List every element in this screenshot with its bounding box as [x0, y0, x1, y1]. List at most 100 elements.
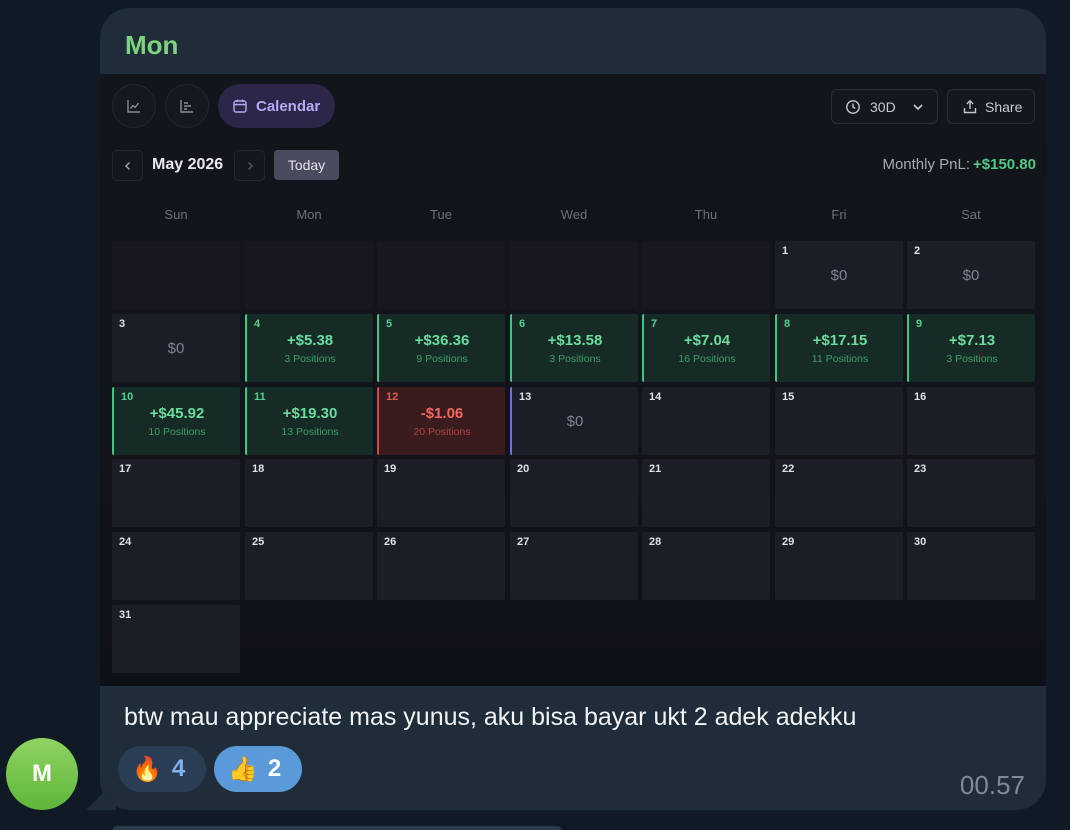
day-number: 16 — [914, 391, 927, 403]
calendar-day-14[interactable]: 14 — [642, 387, 770, 455]
day-positions: 11 Positions — [811, 353, 869, 365]
day-number: 23 — [914, 463, 927, 475]
calendar-day-1[interactable]: 1 $0 — [775, 241, 903, 309]
calendar-day-12[interactable]: 12 -$1.06 20 Positions — [377, 387, 505, 455]
calendar-day-30[interactable]: 30 — [907, 532, 1035, 600]
weekday-header: Sun — [164, 207, 188, 222]
calendar-day-15[interactable]: 15 — [775, 387, 903, 455]
calendar-day-9[interactable]: 9 +$7.13 3 Positions — [907, 314, 1035, 382]
day-number: 14 — [649, 391, 662, 403]
calendar-day-19[interactable]: 19 — [377, 459, 505, 527]
calendar-blank-cell — [377, 241, 505, 309]
weekday-header: Tue — [430, 207, 452, 222]
calendar-day-22[interactable]: 22 — [775, 459, 903, 527]
day-positions: 20 Positions — [413, 426, 471, 438]
calendar-blank-cell — [112, 241, 240, 309]
day-number: 1 — [782, 245, 789, 257]
day-number: 25 — [252, 536, 265, 548]
calendar-day-26[interactable]: 26 — [377, 532, 505, 600]
clock-icon — [846, 99, 860, 114]
day-positions: 16 Positions — [678, 353, 736, 365]
reaction-count: 4 — [171, 755, 186, 782]
calendar-day-16[interactable]: 16 — [907, 387, 1035, 455]
day-pnl: +$45.92 — [149, 405, 205, 422]
day-pnl: +$5.38 — [286, 332, 334, 349]
prev-month-button[interactable] — [112, 150, 143, 181]
calendar-day-23[interactable]: 23 — [907, 459, 1035, 527]
weekday-header: Wed — [560, 207, 588, 222]
calendar-day-29[interactable]: 29 — [775, 532, 903, 600]
calendar-day-11[interactable]: 11 +$19.30 13 Positions — [245, 387, 373, 455]
day-number: 2 — [914, 245, 921, 257]
share-label: Share — [985, 98, 1023, 115]
weekday-header: Thu — [694, 207, 718, 222]
day-positions: 10 Positions — [148, 426, 206, 438]
day-pnl: +$36.36 — [414, 332, 470, 349]
calendar-day-31[interactable]: 31 — [112, 605, 240, 673]
calendar-day-3[interactable]: 3 $0 — [112, 314, 240, 382]
calendar-day-21[interactable]: 21 — [642, 459, 770, 527]
calendar-day-17[interactable]: 17 — [112, 459, 240, 527]
day-number: 5 — [386, 318, 393, 330]
day-number: 18 — [252, 463, 265, 475]
reaction-fire[interactable]: 🔥 4 — [118, 746, 206, 792]
share-button[interactable]: Share — [947, 89, 1035, 124]
bar-chart-icon — [180, 100, 193, 113]
day-number: 3 — [119, 318, 126, 330]
day-number: 8 — [784, 318, 791, 330]
calendar-day-20[interactable]: 20 — [510, 459, 638, 527]
day-number: 11 — [254, 391, 266, 403]
line-chart-icon — [127, 100, 140, 113]
day-number: 27 — [517, 536, 530, 548]
calendar-day-7[interactable]: 7 +$7.04 16 Positions — [642, 314, 770, 382]
calendar-day-25[interactable]: 25 — [245, 532, 373, 600]
calendar-day-8[interactable]: 8 +$17.15 11 Positions — [775, 314, 903, 382]
next-month-button[interactable] — [234, 150, 265, 181]
calendar-day-24[interactable]: 24 — [112, 532, 240, 600]
day-pnl: +$17.15 — [812, 332, 868, 349]
day-number: 17 — [119, 463, 132, 475]
avatar-initial: M — [32, 760, 52, 787]
day-pnl: +$13.58 — [547, 332, 603, 349]
calendar-day-27[interactable]: 27 — [510, 532, 638, 600]
day-number: 26 — [384, 536, 397, 548]
day-number: 29 — [782, 536, 795, 548]
reaction-thumbs-up[interactable]: 👍 2 — [214, 746, 302, 792]
calendar-blank-cell — [510, 241, 638, 309]
day-positions: 3 Positions — [946, 353, 998, 365]
calendar-day-4[interactable]: 4 +$5.38 3 Positions — [245, 314, 373, 382]
next-message-edge — [112, 826, 562, 830]
day-number: 9 — [916, 318, 923, 330]
day-number: 30 — [914, 536, 927, 548]
calendar-day-18[interactable]: 18 — [245, 459, 373, 527]
calendar-button-label: Calendar — [256, 97, 321, 115]
day-pnl: +$19.30 — [282, 405, 338, 422]
day-number: 24 — [119, 536, 132, 548]
today-button[interactable]: Today — [274, 150, 339, 180]
bar-chart-view-button[interactable] — [165, 84, 209, 128]
sender-name[interactable]: Mon — [125, 30, 178, 61]
calendar-day-2[interactable]: 2 $0 — [907, 241, 1035, 309]
calendar-day-13[interactable]: 13 $0 — [510, 387, 638, 455]
calendar-blank-cell — [642, 241, 770, 309]
pnl-calendar-screenshot[interactable]: Calendar 30D Share May 2026 Today Monthl… — [100, 74, 1046, 686]
day-number: 20 — [517, 463, 530, 475]
calendar-view-button[interactable]: Calendar — [218, 84, 335, 128]
message-text: btw mau appreciate mas yunus, aku bisa b… — [124, 703, 857, 731]
range-label: 30D — [870, 98, 896, 115]
fire-icon: 🔥 — [132, 755, 162, 783]
day-pnl: $0 — [167, 340, 185, 357]
line-chart-view-button[interactable] — [112, 84, 156, 128]
day-number: 15 — [782, 391, 795, 403]
day-number: 7 — [651, 318, 658, 330]
day-positions: 13 Positions — [281, 426, 339, 438]
calendar-day-28[interactable]: 28 — [642, 532, 770, 600]
sender-avatar[interactable]: M — [6, 738, 78, 810]
calendar-day-6[interactable]: 6 +$13.58 3 Positions — [510, 314, 638, 382]
day-number: 4 — [254, 318, 261, 330]
chevron-left-icon — [124, 161, 130, 170]
calendar-day-5[interactable]: 5 +$36.36 9 Positions — [377, 314, 505, 382]
calendar-day-10[interactable]: 10 +$45.92 10 Positions — [112, 387, 240, 455]
calendar-icon — [233, 99, 247, 113]
range-dropdown[interactable]: 30D — [831, 89, 938, 124]
